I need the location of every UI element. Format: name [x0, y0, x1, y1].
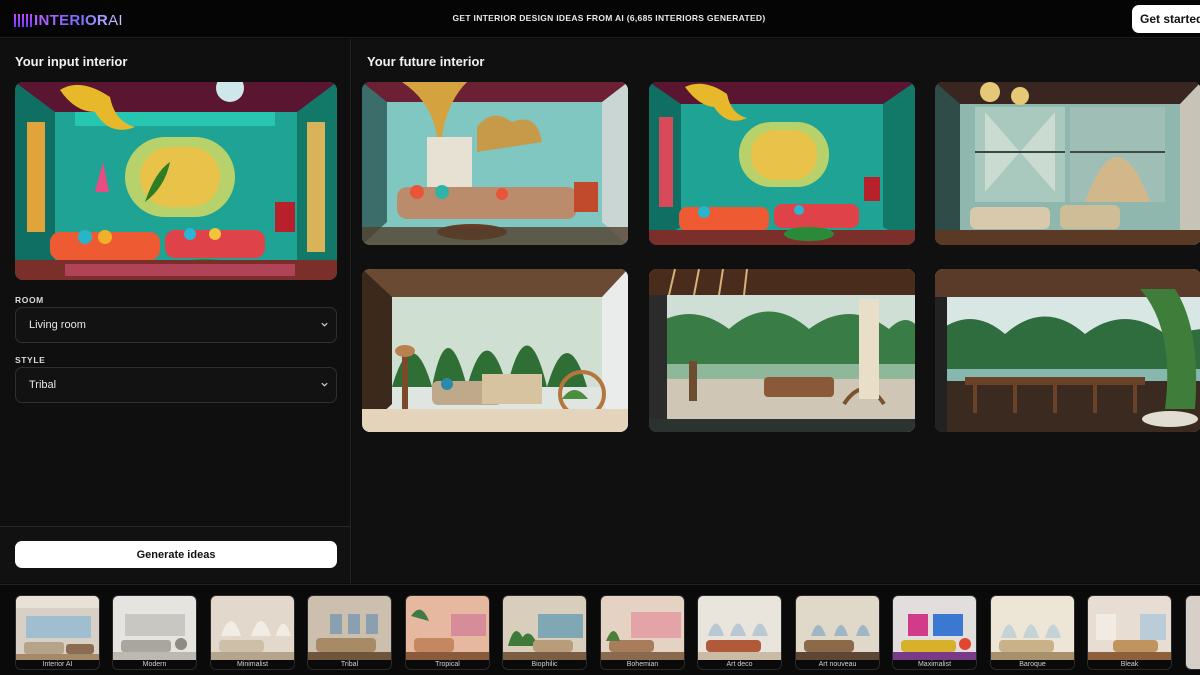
style-thumb-label: Modern: [113, 660, 196, 669]
style-thumb-label: Bleak: [1088, 660, 1171, 669]
style-thumb[interactable]: Modern: [112, 595, 197, 670]
style-thumb[interactable]: Maximalist: [892, 595, 977, 670]
output-panel: Your future interior: [352, 39, 1200, 583]
style-thumb[interactable]: Tribal: [307, 595, 392, 670]
room-select-value: Living room: [29, 319, 86, 331]
style-select-value: Tribal: [29, 379, 57, 391]
style-thumb[interactable]: Tropical: [405, 595, 490, 670]
headline: GET INTERIOR DESIGN IDEAS FROM AI (6,685…: [452, 13, 766, 23]
room-label: ROOM: [15, 295, 44, 305]
result-image[interactable]: [362, 82, 628, 245]
generate-footer: Generate ideas: [0, 526, 350, 583]
style-thumb-label: Biophilic: [503, 660, 586, 669]
generate-ideas-button[interactable]: Generate ideas: [15, 541, 337, 568]
style-thumb-label: Minimalist: [211, 660, 294, 669]
input-panel: Your input interior ROOM Living room STY…: [0, 39, 351, 583]
style-thumb[interactable]: Art deco: [697, 595, 782, 670]
style-thumb[interactable]: Bohemian: [600, 595, 685, 670]
style-thumb-partial[interactable]: [1185, 595, 1200, 670]
style-thumb-label: Bohemian: [601, 660, 684, 669]
style-thumb-label: Baroque: [991, 660, 1074, 669]
input-panel-title: Your input interior: [15, 54, 128, 69]
style-thumb[interactable]: Art nouveau: [795, 595, 880, 670]
style-carousel: Interior AI Modern Minimalist Tribal Tro…: [0, 584, 1200, 675]
result-image[interactable]: [649, 269, 915, 432]
style-select[interactable]: Tribal: [15, 367, 337, 403]
style-thumb-label: Art deco: [698, 660, 781, 669]
style-thumb-label: Maximalist: [893, 660, 976, 669]
result-image[interactable]: [935, 269, 1200, 432]
style-thumb[interactable]: Bleak: [1087, 595, 1172, 670]
chevron-down-icon: [321, 382, 328, 387]
chevron-down-icon: [321, 322, 328, 327]
style-thumb-label: Interior AI: [16, 660, 99, 669]
result-image[interactable]: [649, 82, 915, 245]
result-image[interactable]: [935, 82, 1200, 245]
style-thumb[interactable]: Biophilic: [502, 595, 587, 670]
style-thumb-label: Tropical: [406, 660, 489, 669]
get-started-button[interactable]: Get started: [1132, 5, 1200, 33]
style-thumb[interactable]: Interior AI: [15, 595, 100, 670]
result-image[interactable]: [362, 269, 628, 432]
output-panel-title: Your future interior: [367, 54, 485, 69]
style-label: STYLE: [15, 355, 46, 365]
style-thumb[interactable]: Minimalist: [210, 595, 295, 670]
room-select[interactable]: Living room: [15, 307, 337, 343]
top-bar: INTERIORAI GET INTERIOR DESIGN IDEAS FRO…: [0, 0, 1200, 38]
style-thumb-label: Art nouveau: [796, 660, 879, 669]
style-thumb[interactable]: Baroque: [990, 595, 1075, 670]
input-interior-image: [15, 82, 337, 280]
style-thumb-label: Tribal: [308, 660, 391, 669]
